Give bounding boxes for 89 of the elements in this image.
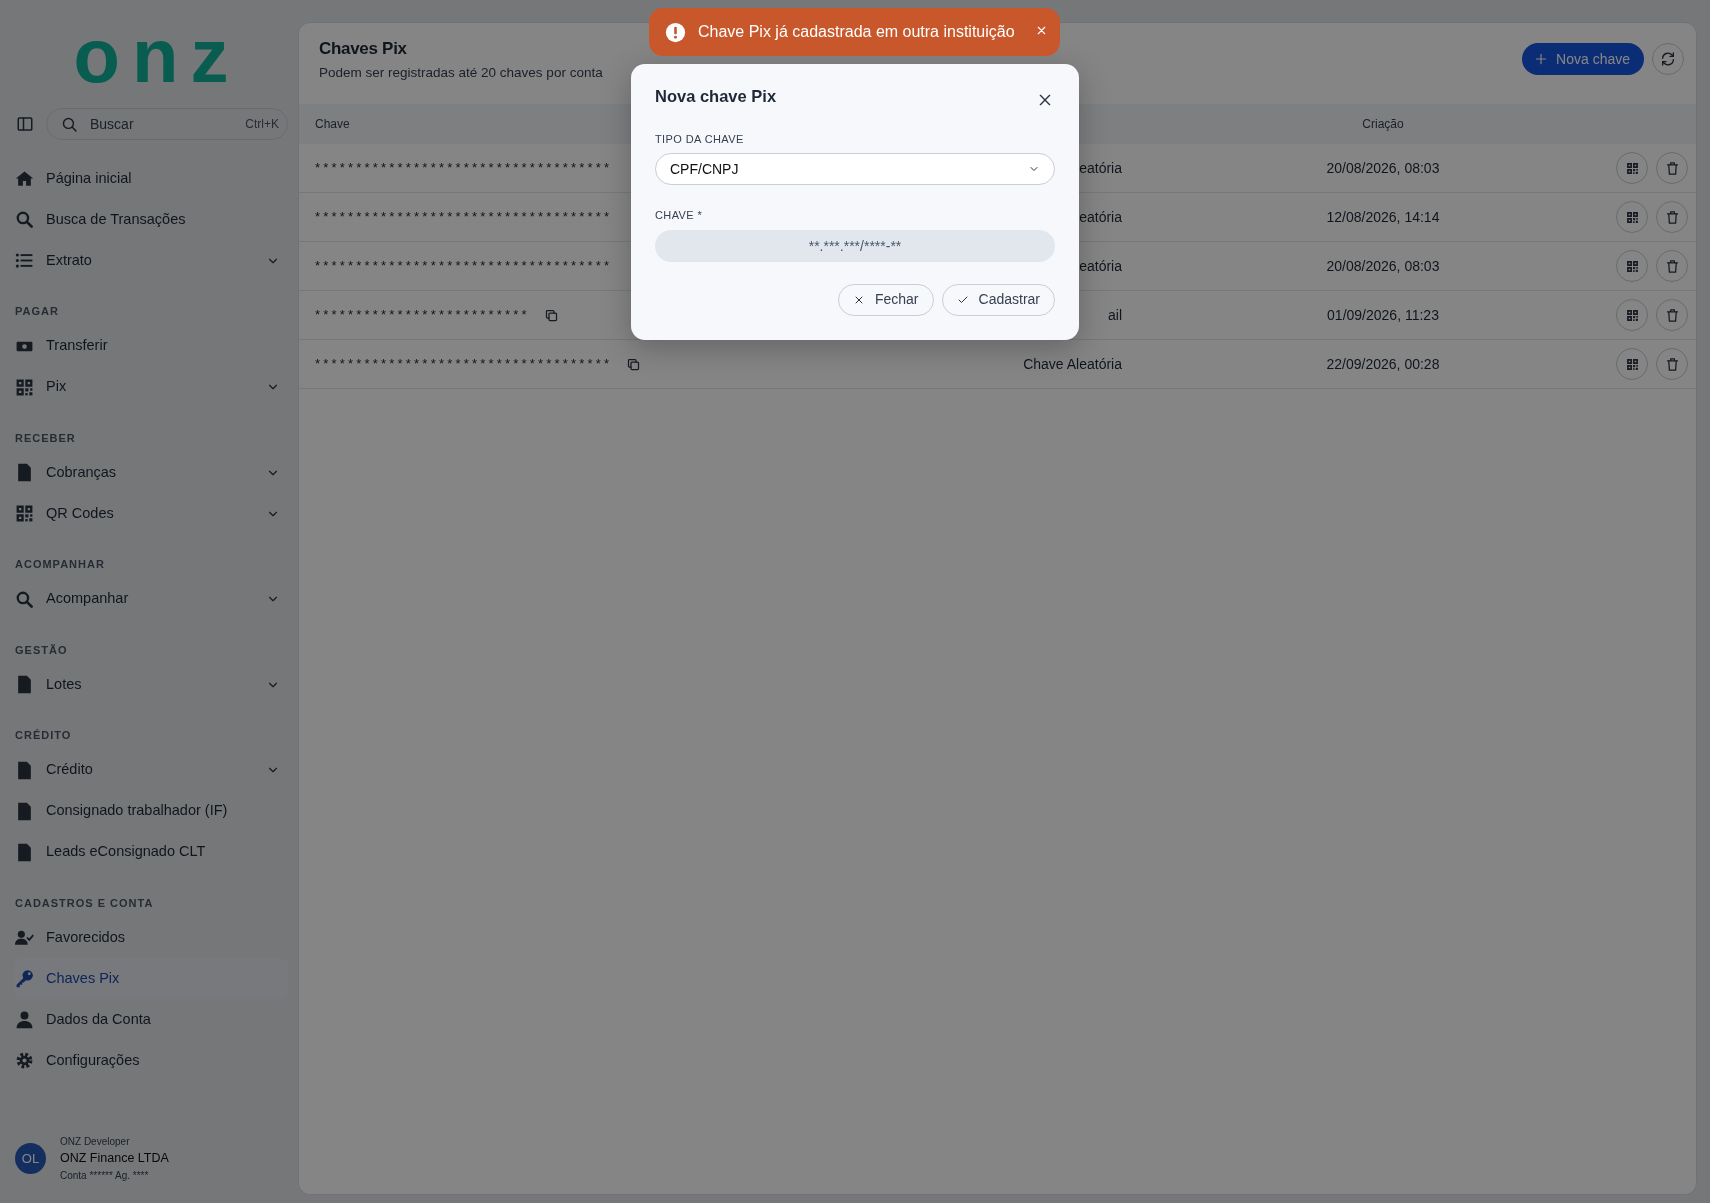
trash-icon (1664, 209, 1680, 225)
masked-key: ************************************ (315, 207, 613, 227)
alert-icon (665, 21, 686, 43)
toast-message: Chave Pix já cadastrada em outra instituição (698, 22, 1015, 42)
creation-date: 22/09/2026, 00:28 (1326, 355, 1440, 372)
section-heading: CADASTROS E CONTA (15, 895, 155, 911)
account-info: Conta ****** Ag. **** (60, 1169, 150, 1183)
nav-item[interactable]: Pix (14, 366, 288, 408)
select-field[interactable]: CPF/CNPJ (655, 153, 1055, 185)
section-heading: ACOMPANHAR (15, 557, 106, 572)
key-type: ail (1108, 306, 1122, 323)
user-check-icon (15, 928, 34, 947)
document-icon (15, 675, 34, 694)
copy-button[interactable] (626, 356, 642, 372)
creation-date: 20/08/2026, 08:03 (1326, 257, 1440, 274)
key-type: eatória (1079, 159, 1122, 176)
avatar: OL (15, 1143, 46, 1175)
qr-code-icon (1625, 161, 1639, 175)
section-heading: PAGAR (15, 304, 60, 319)
creation-date: 01/09/2026, 11:23 (1327, 306, 1439, 323)
copy-button[interactable] (543, 307, 559, 323)
plus-icon (1534, 52, 1549, 66)
nav-item[interactable]: Cobranças (14, 452, 288, 493)
logo: onz (72, 12, 242, 100)
section-heading: CRÉDITO (15, 728, 73, 743)
document-icon (15, 842, 34, 862)
copy-icon (543, 307, 559, 323)
qr-code-icon (1625, 259, 1639, 273)
new-key-button[interactable]: Nova chave (1522, 43, 1644, 75)
refresh-icon (1660, 51, 1676, 67)
shortcut-hint: Ctrl+K (245, 116, 279, 133)
column-header: Criação (1362, 117, 1404, 131)
nav-item[interactable]: Busca de Transações (14, 199, 288, 240)
key-type: Chave Aleatória (1023, 355, 1122, 372)
document-icon (15, 760, 34, 780)
document-icon (15, 463, 34, 482)
trash-icon (1664, 160, 1680, 176)
nav-item[interactable]: Consignado trabalhador (IF) (14, 790, 288, 832)
creation-date: 12/08/2026, 14:14 (1326, 208, 1440, 225)
sidebar-toggle-icon (16, 115, 34, 133)
masked-key: ************************************ (315, 158, 613, 178)
key-type: eatória (1079, 257, 1122, 274)
list-icon (15, 251, 34, 270)
input-field[interactable]: **.***.***/****-** (655, 229, 1055, 262)
qr-code-icon (1625, 308, 1639, 322)
gear-icon (15, 1051, 34, 1070)
masked-key: ************************** (315, 305, 530, 325)
qr-code-icon (15, 377, 34, 397)
trash-icon (1664, 307, 1680, 323)
nav-item[interactable]: Extrato (14, 240, 288, 281)
page-subtitle: Podem ser registradas até 20 chaves por conta (319, 64, 603, 83)
search-icon (15, 210, 34, 229)
company-name: ONZ Finance LTDA (60, 1150, 169, 1168)
masked-key: ************************************ (315, 354, 613, 374)
home-icon (15, 169, 34, 188)
nav-item[interactable]: Transferir (14, 325, 288, 367)
search-icon (15, 589, 34, 609)
user-icon (15, 1010, 34, 1029)
qr-code-icon (1625, 357, 1639, 371)
qr-code-icon (15, 504, 34, 523)
document-icon (15, 801, 34, 821)
search-input[interactable]: Buscar (88, 112, 236, 136)
copy-icon (626, 356, 642, 372)
section-heading: RECEBER (15, 430, 77, 446)
key-type: eatória (1079, 208, 1122, 225)
nav-item[interactable]: Crédito (14, 749, 288, 791)
masked-key: ************************************ (315, 256, 613, 276)
section-heading: GESTÃO (15, 642, 69, 658)
trash-icon (1664, 258, 1680, 274)
trash-icon (1664, 356, 1680, 372)
creation-date: 20/08/2026, 08:03 (1326, 159, 1440, 176)
nav-item[interactable]: Página inicial (14, 158, 288, 199)
modal-title: Nova chave Pix (655, 87, 777, 107)
column-header: Chave (315, 116, 350, 133)
nav-item[interactable]: Lotes (14, 664, 288, 705)
nav-item[interactable]: Chaves Pix (14, 958, 288, 999)
nav-item[interactable]: Leads eConsignado CLT (14, 831, 288, 873)
nav-item[interactable]: Configurações (14, 1040, 288, 1081)
nav-item[interactable]: QR Codes (14, 493, 288, 534)
field-label: CHAVE * (655, 208, 704, 223)
search-icon (61, 115, 78, 133)
nav-item[interactable]: Favorecidos (14, 917, 288, 958)
nav-item[interactable]: Acompanhar (14, 578, 288, 620)
field-label: TIPO DA CHAVE (655, 131, 745, 147)
qr-code-icon (1625, 210, 1639, 224)
user-role: ONZ Developer (60, 1135, 131, 1150)
key-icon (15, 969, 34, 988)
nav-item[interactable]: Dados da Conta (14, 999, 288, 1040)
page-title: Chaves Pix (319, 39, 408, 60)
